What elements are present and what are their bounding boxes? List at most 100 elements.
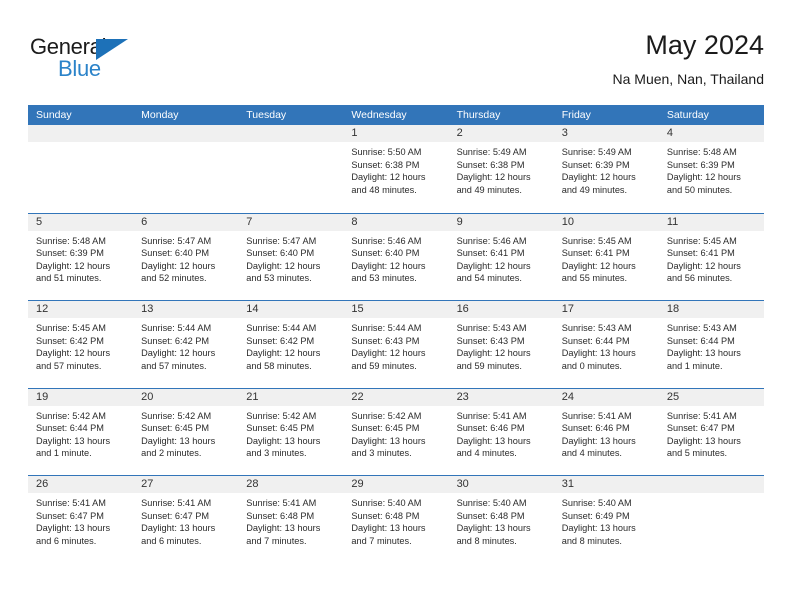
sunrise-text: Sunrise: 5:40 AM <box>351 498 422 508</box>
daylight-text-line2: and 1 minute. <box>666 360 723 371</box>
day-number: 21 <box>246 390 259 403</box>
calendar-day-cell[interactable]: 9 Sunrise: 5:46 AM Sunset: 6:41 PM Daylight… <box>448 213 554 301</box>
day-number-band: 9 <box>448 213 554 231</box>
daylight-text-line2: and 57 minutes. <box>36 360 102 371</box>
sunrise-text: Sunrise: 5:41 AM <box>246 498 317 508</box>
day-number-band: 7 <box>238 213 344 231</box>
sunrise-text: Sunrise: 5:44 AM <box>141 323 212 333</box>
calendar-day-cell[interactable]: 20 Sunrise: 5:42 AM Sunset: 6:45 PM Dayligh… <box>133 388 239 476</box>
calendar-day-cell[interactable]: 11 Sunrise: 5:45 AM Sunset: 6:41 PM Dayligh… <box>658 213 764 301</box>
calendar-day-cell[interactable]: 25 Sunrise: 5:41 AM Sunset: 6:47 PM Dayligh… <box>658 388 764 476</box>
calendar-day-cell[interactable]: 22 Sunrise: 5:42 AM Sunset: 6:45 PM Dayligh… <box>343 388 449 476</box>
sunrise-text: Sunrise: 5:48 AM <box>666 147 737 157</box>
calendar-day-cell[interactable]: 12 Sunrise: 5:45 AM Sunset: 6:42 PM Dayligh… <box>28 301 134 388</box>
sunset-text: Sunset: 6:47 PM <box>36 510 104 521</box>
sunset-text: Sunset: 6:40 PM <box>351 248 420 259</box>
general-blue-logo[interactable]: General Blue <box>30 34 160 86</box>
day-number-band: 30 <box>448 476 554 493</box>
daylight-text-line2: and 49 minutes. <box>561 184 628 195</box>
daylight-text-line2: and 1 minute. <box>36 448 92 459</box>
calendar-day-cell[interactable]: 5 Sunrise: 5:48 AM Sunset: 6:39 PM Daylight… <box>28 213 134 301</box>
calendar-day-cell[interactable]: 4 Sunrise: 5:48 AM Sunset: 6:39 PM Daylight… <box>658 125 764 213</box>
daylight-text-line1: Daylight: 12 hours <box>456 172 531 183</box>
calendar-day-cell-empty <box>133 125 239 213</box>
calendar-day-cell[interactable]: 31 Sunrise: 5:40 AM Sunset: 6:49 PM Dayligh… <box>553 476 659 563</box>
calendar-week-row: 5 Sunrise: 5:48 AM Sunset: 6:39 PM Daylight… <box>28 212 764 301</box>
day-number-band: 14 <box>238 301 344 318</box>
day-number-band: 21 <box>238 388 344 406</box>
daylight-text-line2: and 8 minutes. <box>456 535 517 546</box>
daylight-text-line1: Daylight: 12 hours <box>351 260 426 271</box>
day-details: Sunrise: 5:47 AM Sunset: 6:40 PM Daylight:… <box>238 231 343 285</box>
daylight-text-line2: and 8 minutes. <box>561 535 622 546</box>
calendar-day-cell[interactable]: 1 Sunrise: 5:50 AM Sunset: 6:38 PM Daylight… <box>343 125 449 213</box>
day-number-band: 17 <box>553 301 659 318</box>
calendar-day-cell[interactable]: 17 Sunrise: 5:43 AM Sunset: 6:44 PM Dayligh… <box>553 301 659 388</box>
calendar-day-cell[interactable]: 3 Sunrise: 5:49 AM Sunset: 6:39 PM Daylight… <box>553 125 659 213</box>
daylight-text-line2: and 59 minutes. <box>456 360 522 371</box>
day-details: Sunrise: 5:41 AM Sunset: 6:47 PM Daylight:… <box>133 493 238 547</box>
daylight-text-line2: and 58 minutes. <box>246 360 312 371</box>
sunset-text: Sunset: 6:48 PM <box>351 510 420 521</box>
day-number-band: 24 <box>553 388 659 406</box>
daylight-text-line2: and 3 minutes. <box>351 448 412 459</box>
sunrise-text: Sunrise: 5:43 AM <box>456 323 527 333</box>
daylight-text-line2: and 54 minutes. <box>456 273 522 284</box>
day-details: Sunrise: 5:44 AM Sunset: 6:42 PM Daylight:… <box>133 318 238 372</box>
sunset-text: Sunset: 6:39 PM <box>36 248 104 259</box>
day-details: Sunrise: 5:41 AM Sunset: 6:47 PM Daylight:… <box>28 493 133 547</box>
calendar-day-cell[interactable]: 18 Sunrise: 5:43 AM Sunset: 6:44 PM Dayligh… <box>658 301 764 388</box>
sunrise-text: Sunrise: 5:41 AM <box>456 410 527 421</box>
calendar-day-cell[interactable]: 26 Sunrise: 5:41 AM Sunset: 6:47 PM Dayligh… <box>28 476 134 563</box>
sunrise-text: Sunrise: 5:41 AM <box>36 498 106 508</box>
calendar-day-cell[interactable]: 28 Sunrise: 5:41 AM Sunset: 6:48 PM Dayligh… <box>238 476 344 563</box>
sunrise-text: Sunrise: 5:47 AM <box>141 235 212 246</box>
title-block: May 2024 Na Muen, Nan, Thailand <box>613 28 765 89</box>
day-number-band: 26 <box>28 476 134 493</box>
day-number: 2 <box>456 127 463 139</box>
calendar-day-cell[interactable]: 6 Sunrise: 5:47 AM Sunset: 6:40 PM Daylight… <box>133 213 239 301</box>
day-details: Sunrise: 5:42 AM Sunset: 6:45 PM Daylight:… <box>238 406 343 460</box>
calendar-day-cell[interactable]: 24 Sunrise: 5:41 AM Sunset: 6:46 PM Dayligh… <box>553 388 659 476</box>
sunset-text: Sunset: 6:48 PM <box>456 510 525 521</box>
daylight-text-line2: and 7 minutes. <box>246 535 307 546</box>
calendar-day-cell[interactable]: 21 Sunrise: 5:42 AM Sunset: 6:45 PM Dayligh… <box>238 388 344 476</box>
calendar-day-cell[interactable]: 7 Sunrise: 5:47 AM Sunset: 6:40 PM Daylight… <box>238 213 344 301</box>
calendar-day-cell-empty <box>658 476 764 563</box>
calendar-day-cell[interactable]: 10 Sunrise: 5:45 AM Sunset: 6:41 PM Dayligh… <box>553 213 659 301</box>
day-details: Sunrise: 5:44 AM Sunset: 6:42 PM Daylight:… <box>238 318 343 372</box>
sunset-text: Sunset: 6:38 PM <box>456 159 525 170</box>
day-number: 25 <box>666 390 680 403</box>
calendar-day-cell[interactable]: 19 Sunrise: 5:42 AM Sunset: 6:44 PM Dayligh… <box>28 388 134 476</box>
day-number: 22 <box>351 390 364 403</box>
weekday-header-sunday: Sunday <box>36 109 72 121</box>
day-number: 19 <box>36 390 49 403</box>
sunset-text: Sunset: 6:41 PM <box>666 248 735 259</box>
calendar-day-cell[interactable]: 16 Sunrise: 5:43 AM Sunset: 6:43 PM Dayligh… <box>448 301 554 388</box>
calendar-day-cell[interactable]: 8 Sunrise: 5:46 AM Sunset: 6:40 PM Daylight… <box>343 213 449 301</box>
calendar-day-cell[interactable]: 29 Sunrise: 5:40 AM Sunset: 6:48 PM Dayligh… <box>343 476 449 563</box>
weekday-header-saturday: Saturday <box>666 109 709 121</box>
calendar-day-cell[interactable]: 2 Sunrise: 5:49 AM Sunset: 6:38 PM Daylight… <box>448 125 554 213</box>
calendar-weeks: 1 Sunrise: 5:50 AM Sunset: 6:38 PM Daylight… <box>28 125 764 563</box>
day-details: Sunrise: 5:48 AM Sunset: 6:39 PM Daylight:… <box>28 231 133 285</box>
calendar-day-cell[interactable]: 14 Sunrise: 5:44 AM Sunset: 6:42 PM Dayligh… <box>238 301 344 388</box>
weekday-header-monday: Monday <box>141 109 179 121</box>
sunset-text: Sunset: 6:38 PM <box>351 159 420 170</box>
day-number-band: 31 <box>553 476 659 493</box>
sunset-text: Sunset: 6:47 PM <box>666 423 735 434</box>
calendar-day-cell[interactable]: 30 Sunrise: 5:40 AM Sunset: 6:48 PM Dayligh… <box>448 476 554 563</box>
calendar-day-cell[interactable]: 15 Sunrise: 5:44 AM Sunset: 6:43 PM Dayligh… <box>343 301 449 388</box>
day-number-band: 12 <box>28 301 134 318</box>
day-details: Sunrise: 5:45 AM Sunset: 6:41 PM Daylight:… <box>554 231 659 285</box>
day-number: 30 <box>456 478 469 490</box>
calendar-day-cell[interactable]: 23 Sunrise: 5:41 AM Sunset: 6:46 PM Dayligh… <box>448 388 554 476</box>
daylight-text-line2: and 51 minutes. <box>36 273 102 284</box>
day-number-band: 13 <box>133 301 239 318</box>
day-details: Sunrise: 5:44 AM Sunset: 6:43 PM Daylight:… <box>343 318 448 372</box>
day-details: Sunrise: 5:43 AM Sunset: 6:44 PM Daylight:… <box>659 318 764 372</box>
day-details: Sunrise: 5:45 AM Sunset: 6:42 PM Daylight:… <box>28 318 133 372</box>
calendar-day-cell[interactable]: 27 Sunrise: 5:41 AM Sunset: 6:47 PM Dayligh… <box>133 476 239 563</box>
calendar-day-cell[interactable]: 13 Sunrise: 5:44 AM Sunset: 6:42 PM Dayligh… <box>133 301 239 388</box>
sunset-text: Sunset: 6:40 PM <box>246 248 315 259</box>
